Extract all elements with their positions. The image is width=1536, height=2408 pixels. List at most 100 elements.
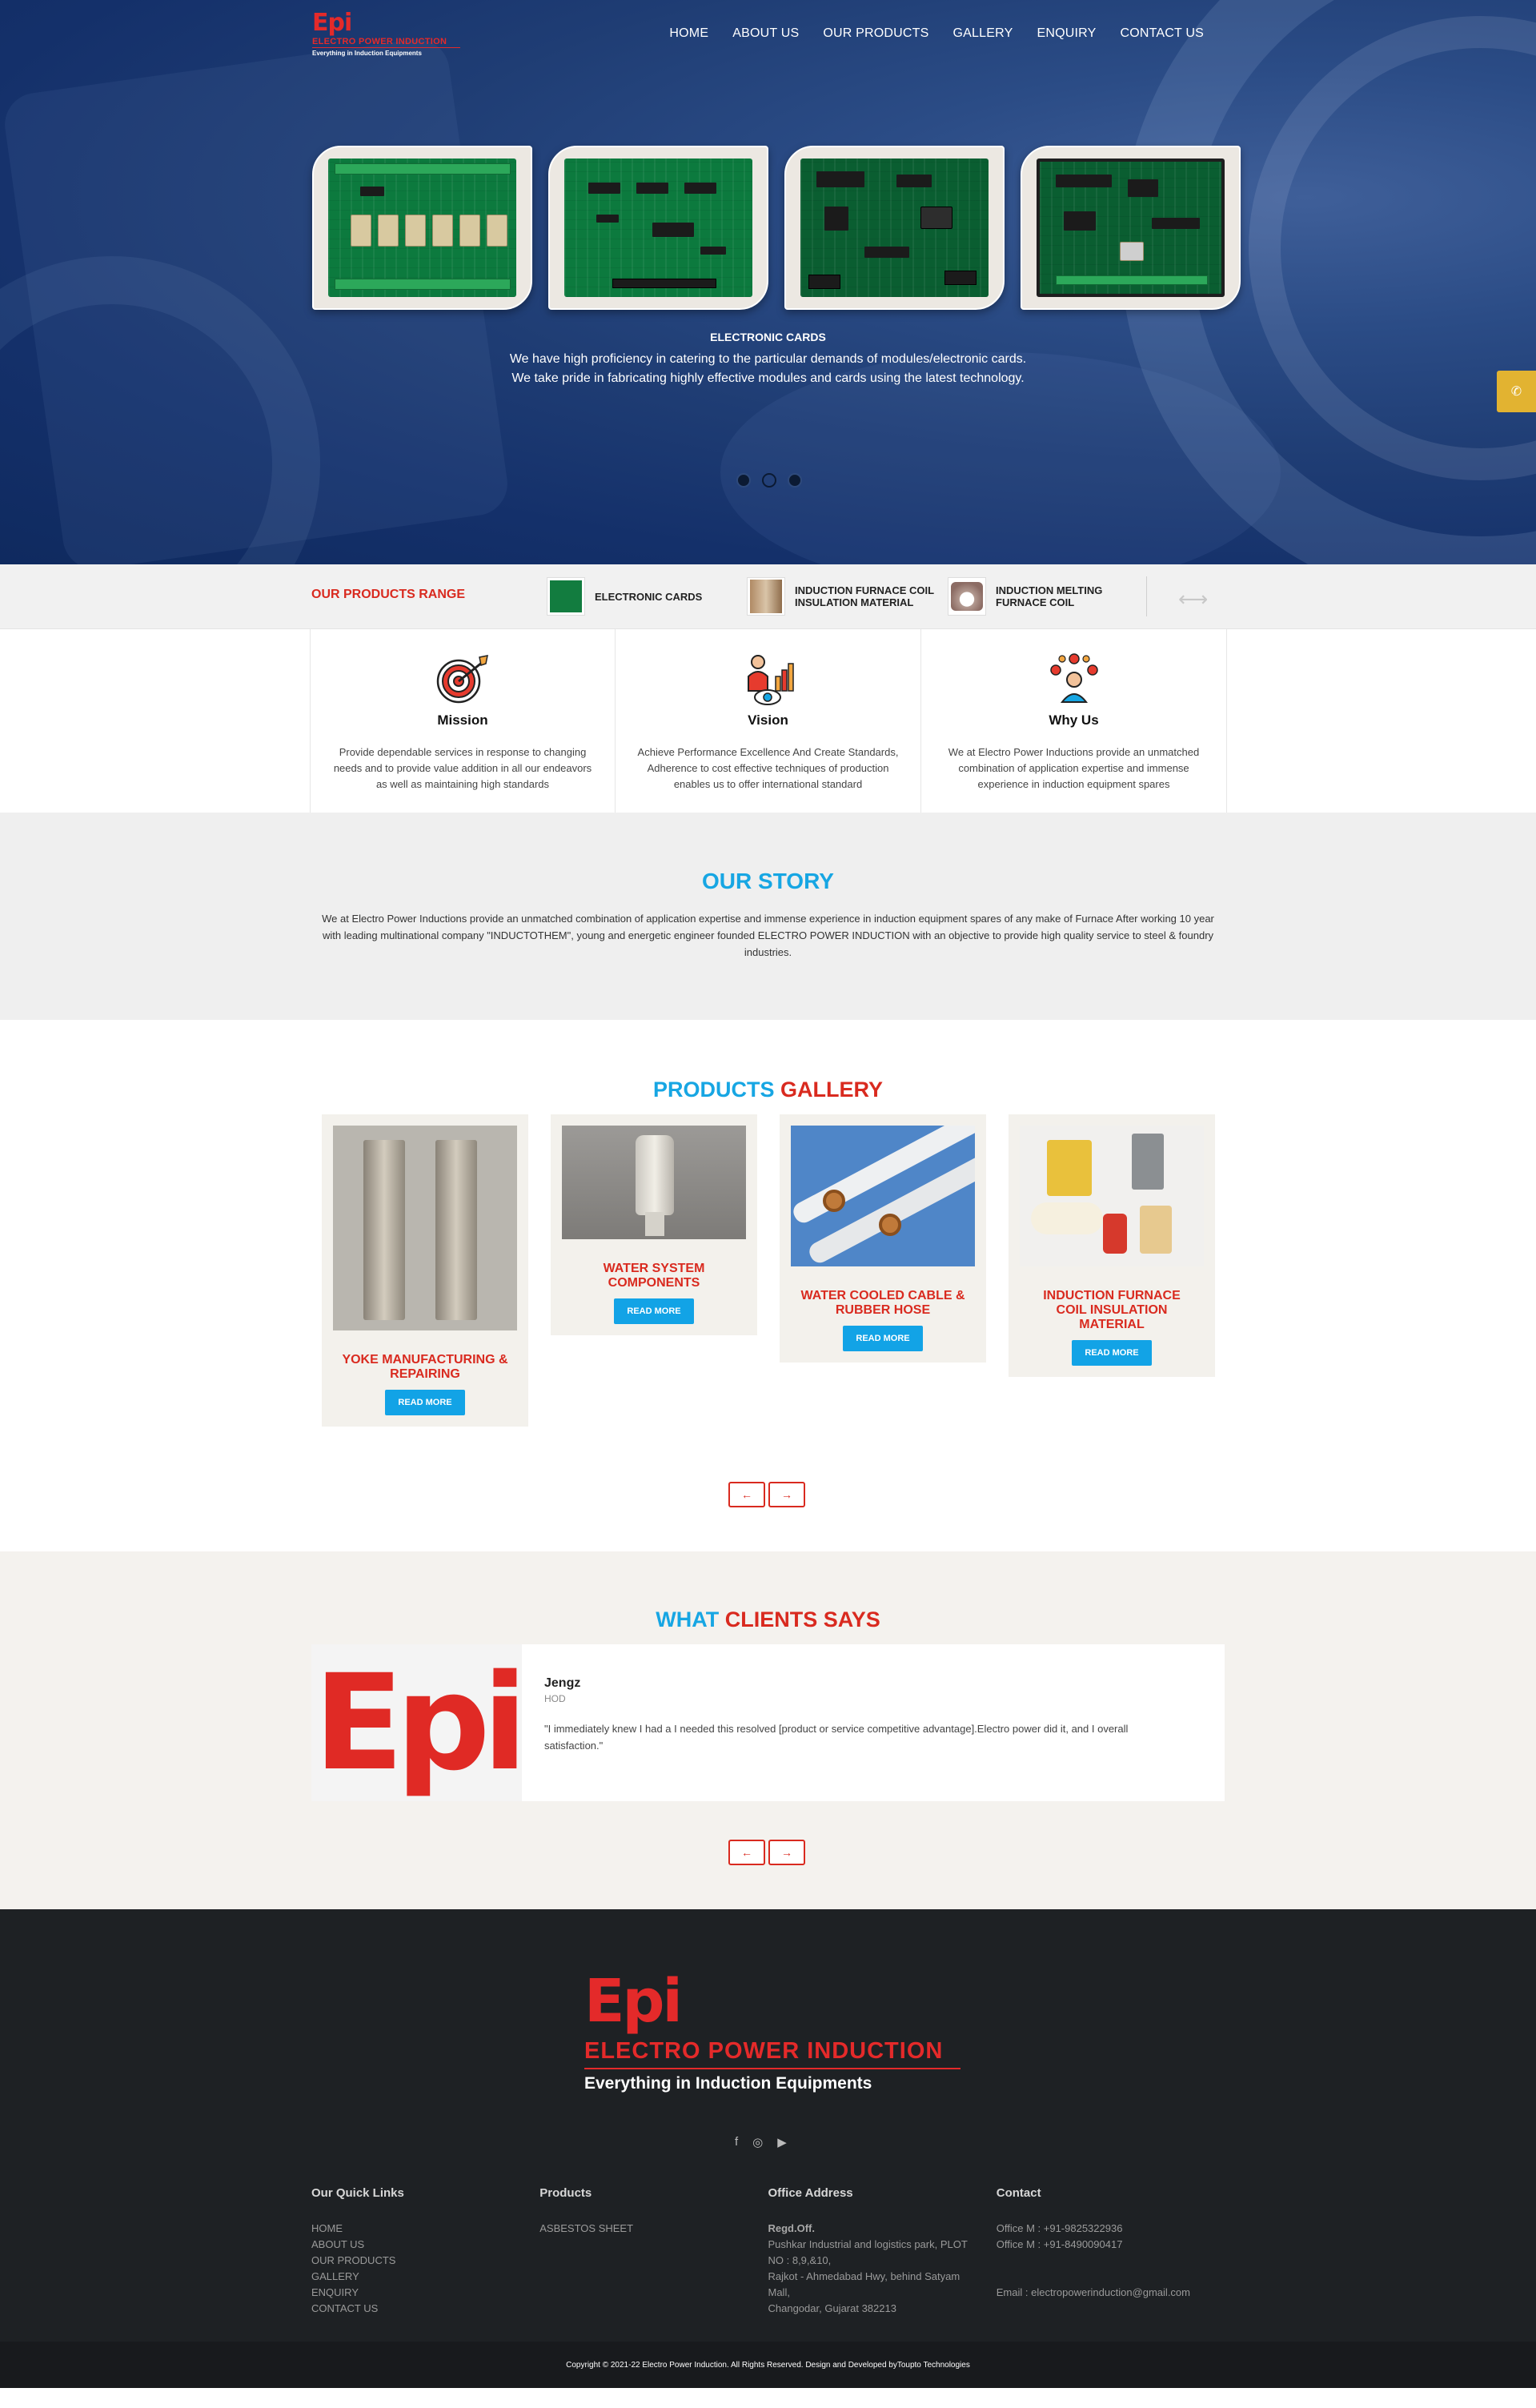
social-links: f ◎ ▶: [735, 2135, 787, 2149]
footer-link-gallery[interactable]: GALLERY: [311, 2269, 539, 2285]
contact-title: Contact: [996, 2186, 1041, 2200]
gallery-title-part-2: GALLERY: [780, 1078, 884, 1102]
read-more-button[interactable]: READ MORE: [385, 1390, 465, 1415]
mission-column: Mission Provide dependable services in r…: [310, 629, 616, 813]
water-cooled-cable-image: [791, 1126, 975, 1266]
main-menu: HOME ABOUT US OUR PRODUCTS GALLERY ENQUI…: [669, 26, 1204, 41]
testimonial-next-button[interactable]: →: [768, 1840, 805, 1865]
slider-dot-3[interactable]: [788, 473, 802, 488]
pcb-image: [564, 159, 752, 297]
slider-dot-1[interactable]: [736, 473, 751, 488]
address-line: Changodar, Gujarat 382213: [768, 2302, 896, 2314]
read-more-button[interactable]: READ MORE: [614, 1298, 694, 1324]
email-link[interactable]: Email : electropowerinduction@gmail.com: [997, 2285, 1225, 2301]
range-item-melting-furnace-coil[interactable]: INDUCTION MELTING FURNACE COIL: [948, 577, 1102, 616]
address-line: Rajkot - Ahmedabad Hwy, behind Satyam: [768, 2270, 961, 2282]
slider-dots: [736, 473, 802, 488]
read-more-button[interactable]: READ MORE: [1072, 1340, 1152, 1366]
footer-link-enquiry[interactable]: ENQUIRY: [311, 2285, 539, 2301]
read-more-button[interactable]: READ MORE: [843, 1326, 923, 1351]
nav-enquiry[interactable]: ENQUIRY: [1037, 26, 1096, 41]
range-item-label: INDUCTION FURNACE COIL INSULATION MATERI…: [795, 584, 934, 608]
footer-products: Products ASBESTOS SHEET: [539, 2186, 768, 2317]
slider-dot-2[interactable]: [762, 473, 776, 488]
footer-link-about-us[interactable]: ABOUT US: [311, 2237, 539, 2253]
nav-our-products[interactable]: OUR PRODUCTS: [823, 26, 928, 41]
phone-1[interactable]: Office M : +91-9825322936: [997, 2221, 1225, 2237]
range-item-label-line-2: FURNACE COIL: [996, 596, 1075, 608]
pcb-image: [328, 159, 516, 297]
logo-tagline: Everything in Induction Equipments: [312, 50, 422, 57]
copyright-text: Copyright © 2021-22 Electro Power Induct…: [566, 2360, 970, 2370]
quick-links-title: Our Quick Links: [311, 2186, 404, 2200]
testimonials-section: WHAT CLIENTS SAYS Epi Jengz HOD "I immed…: [0, 1551, 1536, 1909]
footer-quick-links: Our Quick Links HOME ABOUT US OUR PRODUC…: [311, 2186, 539, 2317]
gallery-card-insulation-material: INDUCTION FURNACE COIL INSULATION MATERI…: [1009, 1114, 1215, 1377]
electronic-card-image: [784, 146, 1005, 310]
electronic-card-image: [312, 146, 532, 310]
testimonial-body: Jengz HOD "I immediately knew I had a I …: [522, 1644, 1207, 1801]
client-quote: "I immediately knew I had a I needed thi…: [544, 1723, 1129, 1752]
instagram-icon[interactable]: ◎: [752, 2135, 763, 2149]
registered-office-label: Regd.Off.: [768, 2222, 816, 2234]
client-logo-mark: Epi: [313, 1645, 527, 1800]
target-icon: [434, 652, 491, 708]
range-item-label: ELECTRONIC CARDS: [595, 590, 703, 603]
nav-contact-us[interactable]: CONTACT US: [1120, 26, 1204, 41]
footer-link-home[interactable]: HOME: [311, 2221, 539, 2237]
electronic-card-image: [548, 146, 768, 310]
our-story-text: We at Electro Power Inductions provide a…: [322, 913, 1214, 958]
address-line: NO : 8,9,&10,: [768, 2254, 832, 2266]
range-thumbnail: [948, 577, 986, 616]
range-item-electronic-cards[interactable]: ELECTRONIC CARDS: [547, 577, 702, 616]
logo-name: ELECTRO POWER INDUCTION: [312, 37, 460, 48]
products-gallery-section: PRODUCTS GALLERY YOKE MANUFACTURING & RE…: [0, 1020, 1536, 1551]
testimonial-prev-button[interactable]: ←: [728, 1840, 765, 1865]
footer-contact: Contact Office M : +91-9825322936 Office…: [997, 2186, 1225, 2317]
phone-2[interactable]: Office M : +91-8490090417: [997, 2237, 1225, 2253]
gallery-title-part-1: PRODUCTS: [652, 1078, 775, 1102]
hero-title: ELECTRONIC CARDS: [710, 331, 826, 343]
products-range-title: OUR PRODUCTS RANGE: [311, 588, 466, 601]
footer-product-asbestos-sheet[interactable]: ASBESTOS SHEET: [539, 2221, 768, 2237]
team-icon: [1045, 652, 1103, 708]
gallery-next-button[interactable]: →: [768, 1482, 805, 1507]
why-us-column: Why Us We at Electro Power Inductions pr…: [921, 629, 1227, 813]
site-logo[interactable]: Epi ELECTRO POWER INDUCTION Everything i…: [312, 10, 472, 57]
range-item-label-line-1: INDUCTION MELTING: [996, 584, 1103, 596]
gallery-title: PRODUCTS GALLERY: [0, 1078, 1536, 1102]
vision-icon: [740, 652, 797, 708]
footer-link-contact-us[interactable]: CONTACT US: [311, 2301, 539, 2317]
footer-logo[interactable]: Epi ELECTRO POWER INDUCTION Everything i…: [584, 1969, 969, 2093]
copyright-bar: Copyright © 2021-22 Electro Power Induct…: [0, 2342, 1536, 2388]
range-thumbnail: [547, 577, 585, 616]
whatsapp-button[interactable]: ✆: [1497, 371, 1536, 412]
footer-logo-mark: Epi: [584, 1967, 683, 2036]
our-story-title: OUR STORY: [702, 869, 834, 893]
nav-about-us[interactable]: ABOUT US: [732, 26, 799, 41]
pcb-image: [1037, 159, 1225, 297]
nav-gallery[interactable]: GALLERY: [953, 26, 1013, 41]
office-address-title: Office Address: [768, 2186, 853, 2200]
pcb-image: [800, 159, 989, 297]
range-scroll-arrows-icon[interactable]: ⟷: [1178, 587, 1208, 612]
nav-home[interactable]: HOME: [669, 26, 708, 41]
yoke-image: [333, 1126, 517, 1330]
testimonials-title-part-1: WHAT: [656, 1607, 720, 1631]
testimonial-card: Epi Jengz HOD "I immediately knew I had …: [311, 1644, 1225, 1801]
vision-text: Achieve Performance Excellence And Creat…: [637, 746, 899, 790]
products-title: Products: [539, 2186, 592, 2200]
range-item-furnace-coil-insulation[interactable]: INDUCTION FURNACE COIL INSULATION MATERI…: [747, 577, 934, 616]
hero-line-2: We take pride in fabricating highly effe…: [511, 371, 1025, 385]
gallery-card-title: WATER SYSTEM COMPONENTS: [603, 1262, 705, 1290]
range-item-label-line-1: INDUCTION FURNACE COIL: [795, 584, 935, 596]
youtube-icon[interactable]: ▶: [777, 2135, 787, 2149]
testimonials-title: WHAT CLIENTS SAYS: [0, 1607, 1536, 1632]
site-footer: Epi ELECTRO POWER INDUCTION Everything i…: [0, 1909, 1536, 2388]
footer-link-our-products[interactable]: OUR PRODUCTS: [311, 2253, 539, 2269]
our-story-section: OUR STORY We at Electro Power Inductions…: [0, 813, 1536, 1020]
electronic-card-image: [1021, 146, 1241, 310]
facebook-icon[interactable]: f: [735, 2135, 738, 2149]
gallery-prev-button[interactable]: ←: [728, 1482, 765, 1507]
mission-text: Provide dependable services in response …: [333, 746, 592, 790]
